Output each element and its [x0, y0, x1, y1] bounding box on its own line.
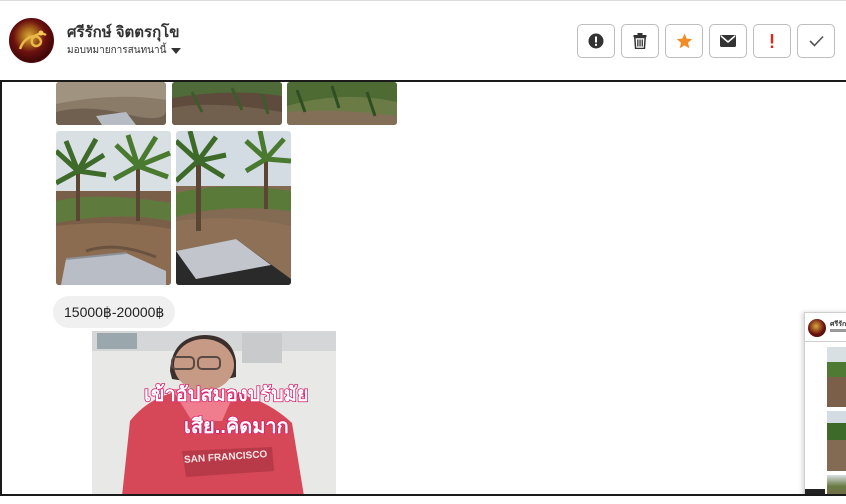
image-attachment[interactable] [287, 82, 397, 125]
thumbnail-avatar [808, 319, 826, 337]
thumbnail-divider [805, 341, 846, 342]
thread-thumbnail-preview[interactable]: ศรีรัก [804, 312, 846, 494]
image-attachment[interactable] [56, 131, 171, 285]
image-attachment[interactable] [176, 131, 291, 285]
mark-spam-button[interactable] [577, 24, 615, 58]
thumbnail-photo [827, 411, 846, 471]
mark-done-button[interactable] [797, 24, 835, 58]
contact-avatar[interactable] [9, 18, 54, 63]
video-caption-line1: เข้าอัปสมองปรับมัย [143, 383, 309, 407]
message-bubble: 15000฿-20000฿ [53, 296, 176, 328]
thumbnail-photo [827, 347, 846, 407]
thumbnail-subline [830, 329, 846, 332]
mark-important-button[interactable] [753, 24, 791, 58]
video-attachment[interactable]: เข้าอัปสมองปรับมัย เสีย..คิดมาก SAN FRAN… [92, 331, 336, 494]
image-attachment[interactable] [172, 82, 282, 125]
message-thread[interactable]: 15000฿-20000฿ เข้าอัปสมองปรับมัย เสีย..ค… [0, 80, 846, 496]
assign-conversation-dropdown[interactable]: มอบหมายการสนทนานี้ [67, 43, 182, 58]
star-button[interactable] [665, 24, 703, 58]
image-attachment[interactable] [56, 82, 166, 125]
action-toolbar [577, 24, 835, 58]
star-icon [676, 33, 692, 49]
contact-name: ศรีรักษ์ จิตตรกุโข [67, 24, 180, 41]
exclamation-icon [770, 34, 774, 48]
conversation-header: ศรีรักษ์ จิตตรกุโข มอบหมายการสนทนานี้ [0, 0, 846, 80]
caret-down-icon [171, 47, 182, 54]
thumbnail-photo [827, 475, 846, 494]
mark-unread-button[interactable] [709, 24, 747, 58]
assign-conversation-label: มอบหมายการสนทนานี้ [67, 45, 167, 56]
delete-button[interactable] [621, 24, 659, 58]
video-caption-line2: เสีย..คิดมาก [183, 415, 289, 439]
trash-icon [633, 33, 647, 49]
thumbnail-footer-bar [805, 489, 825, 494]
alert-circle-icon [588, 33, 604, 49]
envelope-icon [720, 35, 736, 47]
check-icon [808, 35, 824, 47]
